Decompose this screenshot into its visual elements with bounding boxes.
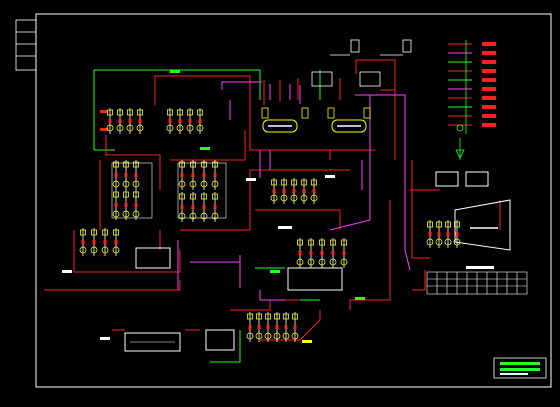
legend-entry: [448, 87, 496, 91]
bottom-mid-tank[interactable]: [205, 329, 235, 351]
pump-unit[interactable]: [126, 108, 134, 134]
center-tank[interactable]: [287, 267, 343, 291]
pump-unit[interactable]: [291, 312, 299, 342]
top-valves: [330, 39, 465, 160]
pump-unit[interactable]: [211, 160, 219, 190]
boiler-a[interactable]: [262, 119, 298, 133]
pump-unit[interactable]: [211, 192, 219, 222]
pump-unit[interactable]: [178, 160, 186, 190]
bottom-left-tank[interactable]: [124, 332, 181, 352]
legend-entry: [448, 114, 496, 118]
pump-unit[interactable]: [112, 160, 120, 190]
pump-unit[interactable]: [435, 220, 443, 248]
piping-diagram: [15, 13, 552, 388]
legend-entry: [448, 51, 496, 55]
cad-drawing-canvas: [0, 0, 560, 403]
legend-entry: [448, 69, 496, 73]
pump-unit[interactable]: [116, 108, 124, 134]
pump-unit[interactable]: [189, 192, 197, 222]
pump-unit[interactable]: [132, 190, 140, 220]
pump-unit[interactable]: [112, 228, 120, 256]
pump-unit[interactable]: [112, 190, 120, 220]
pump-unit[interactable]: [282, 312, 290, 342]
pump-unit[interactable]: [79, 228, 87, 256]
pump-unit[interactable]: [296, 238, 304, 268]
heat-exchanger[interactable]: [454, 199, 511, 251]
pump-unit[interactable]: [300, 178, 308, 204]
pump-unit[interactable]: [290, 178, 298, 204]
cabinet-frame: [111, 162, 153, 219]
pipe-legend: [448, 40, 496, 134]
left-unit[interactable]: [135, 247, 171, 269]
right-box-a[interactable]: [435, 171, 459, 187]
pump-unit[interactable]: [280, 178, 288, 204]
pump-unit[interactable]: [273, 312, 281, 342]
legend-entry: [448, 42, 496, 46]
pump-unit[interactable]: [246, 312, 254, 342]
legend-entry: [448, 60, 496, 64]
pump-unit[interactable]: [318, 238, 326, 268]
pump-unit[interactable]: [340, 238, 348, 268]
pump-unit[interactable]: [426, 220, 434, 248]
pump-unit[interactable]: [329, 238, 337, 268]
cabinet-frame: [177, 162, 227, 219]
legend-entry: [448, 123, 496, 127]
pump-unit[interactable]: [444, 220, 452, 248]
equipment-schedule-table: [426, 266, 528, 295]
pump-unit[interactable]: [200, 192, 208, 222]
title-block-icon: [493, 357, 547, 379]
pump-unit[interactable]: [310, 178, 318, 204]
pump-unit[interactable]: [176, 108, 184, 134]
pump-unit[interactable]: [101, 228, 109, 256]
header-block: [15, 19, 37, 71]
boiler-b[interactable]: [331, 119, 367, 133]
pump-unit[interactable]: [90, 228, 98, 256]
pump-unit[interactable]: [178, 192, 186, 222]
pump-unit[interactable]: [166, 108, 174, 134]
pump-unit[interactable]: [307, 238, 315, 268]
pump-unit[interactable]: [132, 160, 140, 190]
pump-unit[interactable]: [196, 108, 204, 134]
pump-unit[interactable]: [270, 178, 278, 204]
pump-unit[interactable]: [186, 108, 194, 134]
pump-unit[interactable]: [189, 160, 197, 190]
pump-unit[interactable]: [122, 190, 130, 220]
pump-unit[interactable]: [255, 312, 263, 342]
legend-entry: [448, 78, 496, 82]
pump-unit[interactable]: [122, 160, 130, 190]
pump-unit[interactable]: [200, 160, 208, 190]
legend-entry: [448, 105, 496, 109]
legend-entry: [448, 96, 496, 100]
pump-unit[interactable]: [136, 108, 144, 134]
right-box-b[interactable]: [465, 171, 489, 187]
pump-unit[interactable]: [264, 312, 272, 342]
